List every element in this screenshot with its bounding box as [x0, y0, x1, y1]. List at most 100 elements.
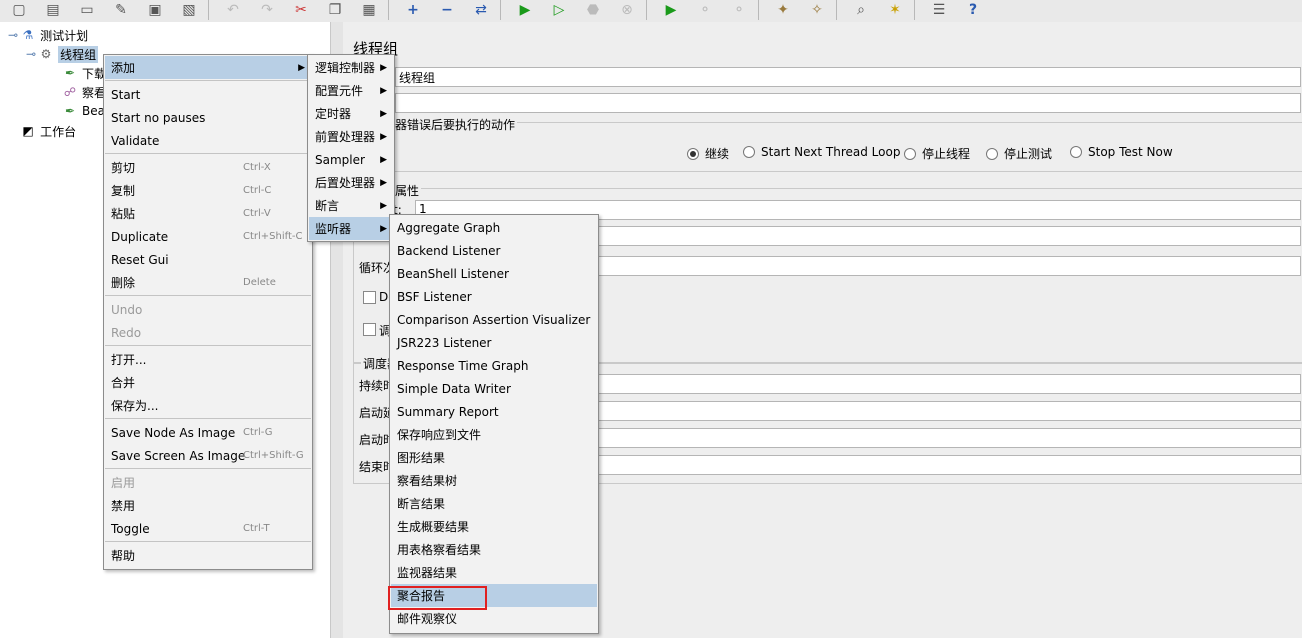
paste-icon[interactable]: ▦ — [356, 0, 382, 20]
stop-icon[interactable]: ⬣ — [580, 0, 606, 20]
menu-item-listener[interactable]: 监听器 ▶ — [309, 217, 393, 240]
start-no-pauses-icon[interactable]: ▷ — [546, 0, 572, 20]
radio-start-next-loop[interactable]: Start Next Thread Loop — [743, 145, 900, 159]
tree-item-sampler[interactable]: ✒ 下载 — [62, 64, 106, 82]
save-screen-icon[interactable]: ▧ — [176, 0, 202, 20]
test-plan-icon: ⚗ — [22, 28, 34, 42]
menu-item-view-results-table[interactable]: 用表格察看结果 — [391, 538, 597, 561]
radio-stop-thread[interactable]: 停止线程 — [904, 145, 970, 162]
gear-icon: ⚙ — [40, 47, 52, 61]
menu-item-response-time-graph[interactable]: Response Time Graph — [391, 354, 597, 377]
menu-item-config-element[interactable]: 配置元件 ▶ — [309, 79, 393, 102]
close-icon[interactable]: ✎ — [108, 0, 134, 20]
remote-stop-icon[interactable]: ⚬ — [692, 0, 718, 20]
graph-icon: ☍ — [63, 85, 77, 99]
add-submenu: 逻辑控制器 ▶ 配置元件 ▶ 定时器 ▶ 前置处理器 ▶ Sampler ▶ 后置处理器 ▶… — [307, 54, 395, 242]
menu-item-add[interactable]: 添加 ▶ — [105, 56, 311, 79]
tree-item-label: Bea — [82, 104, 105, 118]
tree-item-label: 线程组 — [58, 45, 99, 63]
context-menu: 添加 ▶ Start Start no pauses Validate 剪切 Ctr… — [103, 54, 313, 570]
tree-item-label: 测试计划 — [40, 28, 89, 43]
start-icon[interactable]: ▶ — [512, 0, 538, 20]
menu-item-merge[interactable]: 合并 — [105, 371, 311, 394]
menu-item-toggle[interactable]: Toggle Ctrl-T — [105, 517, 311, 540]
menu-item-simple-data-writer[interactable]: Simple Data Writer — [391, 377, 597, 400]
help-icon[interactable]: ? — [960, 0, 986, 20]
menu-item-logic-controller[interactable]: 逻辑控制器 ▶ — [309, 56, 393, 79]
remote-exit-icon[interactable]: ⚬ — [726, 0, 752, 20]
menu-item-copy[interactable]: 复制 Ctrl-C — [105, 179, 311, 202]
toggle-icon[interactable]: ⇄ — [468, 0, 494, 20]
menu-item-mailer-visualizer[interactable]: 邮件观察仪 — [391, 607, 597, 630]
redo-icon[interactable]: ↷ — [254, 0, 280, 20]
cut-icon[interactable]: ✂ — [288, 0, 314, 20]
expand-icon[interactable]: + — [400, 0, 426, 20]
delay-checkbox[interactable] — [363, 291, 376, 304]
collapse-icon[interactable]: − — [434, 0, 460, 20]
templates-icon[interactable]: ▤ — [40, 0, 66, 20]
menu-item-summary-report[interactable]: Summary Report — [391, 400, 597, 423]
menu-item-jsr223-listener[interactable]: JSR223 Listener — [391, 331, 597, 354]
menu-item-sampler[interactable]: Sampler ▶ — [309, 148, 393, 171]
menu-item-pre-processor[interactable]: 前置处理器 ▶ — [309, 125, 393, 148]
shutdown-icon[interactable]: ⊗ — [614, 0, 640, 20]
menu-item-start[interactable]: Start — [105, 83, 311, 106]
tree-item-beanshell[interactable]: ✒ Bea — [62, 102, 105, 120]
copy-icon[interactable]: ❐ — [322, 0, 348, 20]
workbench-icon: ◩ — [22, 124, 34, 138]
menu-item-save-responses[interactable]: 保存响应到文件 — [391, 423, 597, 446]
reset-search-icon[interactable]: ✶ — [882, 0, 908, 20]
comments-field[interactable] — [395, 93, 1301, 113]
menu-item-bsf-listener[interactable]: BSF Listener — [391, 285, 597, 308]
menu-item-undo[interactable]: Undo — [105, 298, 311, 321]
menu-item-cut[interactable]: 剪切 Ctrl-X — [105, 156, 311, 179]
menu-item-view-results-tree[interactable]: 察看结果树 — [391, 469, 597, 492]
menu-item-paste[interactable]: 粘贴 Ctrl-V — [105, 202, 311, 225]
menu-item-generate-summary[interactable]: 生成概要结果 — [391, 515, 597, 538]
function-helper-icon[interactable]: ☰ — [926, 0, 952, 20]
menu-item-monitor-results[interactable]: 监视器结果 — [391, 561, 597, 584]
scheduler-checkbox[interactable] — [363, 323, 376, 336]
radio-continue[interactable]: 继续 — [687, 145, 729, 162]
menu-item-post-processor[interactable]: 后置处理器 ▶ — [309, 171, 393, 194]
radio-stop-test-now[interactable]: Stop Test Now — [1070, 145, 1173, 159]
menu-item-save-as[interactable]: 保存为... — [105, 394, 311, 417]
name-field[interactable]: 线程组 — [395, 67, 1301, 87]
clear-all-icon[interactable]: ✧ — [804, 0, 830, 20]
menu-item-redo[interactable]: Redo — [105, 321, 311, 344]
menu-item-aggregate-graph[interactable]: Aggregate Graph — [391, 216, 597, 239]
menu-item-open[interactable]: 打开... — [105, 348, 311, 371]
highlight-box — [388, 586, 487, 610]
new-icon[interactable]: ▢ — [6, 0, 32, 20]
menu-item-start-no-pauses[interactable]: Start no pauses — [105, 106, 311, 129]
menu-item-timer[interactable]: 定时器 ▶ — [309, 102, 393, 125]
menu-item-save-screen-image[interactable]: Save Screen As Image Ctrl+Shift-G — [105, 444, 311, 467]
menu-item-duplicate[interactable]: Duplicate Ctrl+Shift-C — [105, 225, 311, 248]
tree-item-workbench[interactable]: ⊸ ◩ 工作台 — [8, 122, 76, 140]
menu-item-comparison-assertion-visualizer[interactable]: Comparison Assertion Visualizer — [391, 308, 597, 331]
remote-start-icon[interactable]: ▶ — [658, 0, 684, 20]
menu-item-disable[interactable]: 禁用 — [105, 494, 311, 517]
menu-item-beanshell-listener[interactable]: BeanShell Listener — [391, 262, 597, 285]
tree-item-label: 工作台 — [40, 124, 77, 139]
tree-item-thread-group[interactable]: ⊸ ⚙ 线程组 — [26, 45, 99, 63]
clear-icon[interactable]: ✦ — [770, 0, 796, 20]
menu-item-delete[interactable]: 删除 Delete — [105, 271, 311, 294]
tree-item-listener[interactable]: ☍ 察看 — [62, 83, 106, 101]
menu-item-reset-gui[interactable]: Reset Gui — [105, 248, 311, 271]
undo-icon[interactable]: ↶ — [220, 0, 246, 20]
open-icon[interactable]: ▭ — [74, 0, 100, 20]
menu-item-assertion-results[interactable]: 断言结果 — [391, 492, 597, 515]
menu-item-help[interactable]: 帮助 — [105, 544, 311, 567]
menu-item-validate[interactable]: Validate — [105, 129, 311, 152]
menu-item-assertion[interactable]: 断言 ▶ — [309, 194, 393, 217]
save-icon[interactable]: ▣ — [142, 0, 168, 20]
menu-item-enable[interactable]: 启用 — [105, 471, 311, 494]
menu-item-backend-listener[interactable]: Backend Listener — [391, 239, 597, 262]
menu-item-graph-results[interactable]: 图形结果 — [391, 446, 597, 469]
radio-stop-test[interactable]: 停止测试 — [986, 145, 1052, 162]
pipette-icon: ✒ — [64, 66, 76, 80]
tree-item-test-plan[interactable]: ⊸ ⚗ 测试计划 — [8, 26, 88, 44]
menu-item-save-node-image[interactable]: Save Node As Image Ctrl-G — [105, 421, 311, 444]
search-icon[interactable]: ⌕ — [848, 0, 874, 20]
